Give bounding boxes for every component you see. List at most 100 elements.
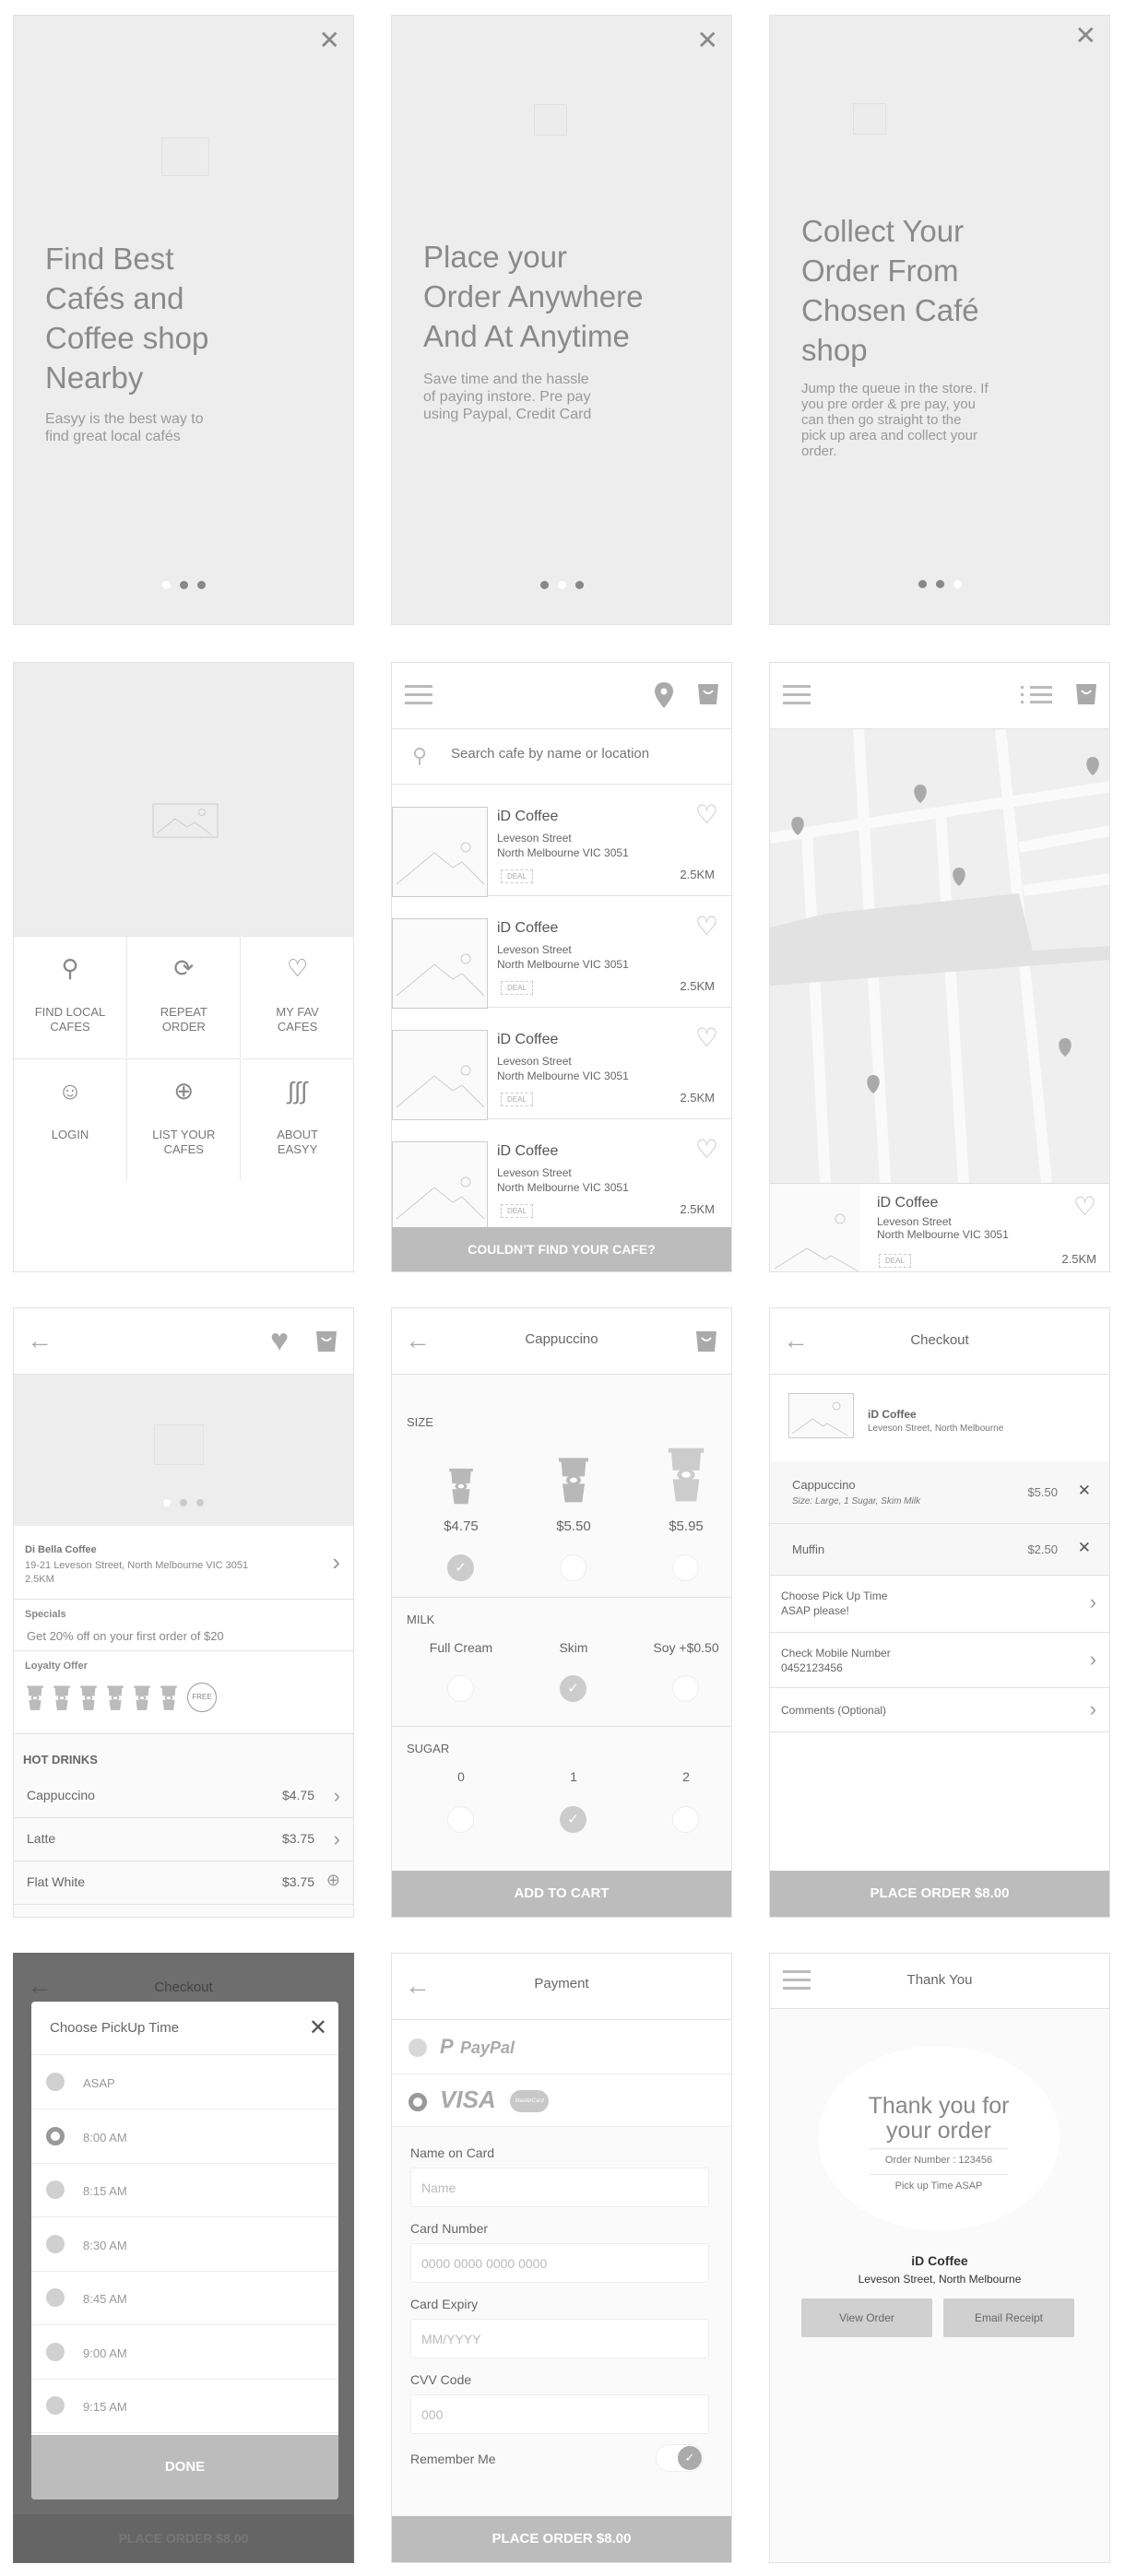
pickup-time-option[interactable]: 8:30 AM [31, 2218, 338, 2272]
radio-unselected[interactable] [46, 2288, 65, 2307]
close-icon[interactable]: ✕ [697, 25, 718, 55]
favorite-filled-heart-icon[interactable]: ♥ [270, 1323, 289, 1359]
add-to-cart-button[interactable]: ADD TO CART [392, 1871, 731, 1917]
map-area[interactable] [770, 729, 1110, 1183]
option-radio[interactable] [672, 1675, 699, 1702]
menu-item[interactable]: Latte $3.75 › [14, 1818, 353, 1861]
option-radio[interactable] [447, 1806, 474, 1833]
favorite-heart-icon[interactable]: ♡ [695, 911, 718, 941]
email-receipt-button[interactable]: Email Receipt [943, 2298, 1074, 2337]
close-icon[interactable]: ✕ [1075, 20, 1096, 51]
remove-item-icon[interactable]: ✕ [1078, 1482, 1091, 1500]
cart-bag-icon[interactable] [694, 1329, 718, 1353]
pickup-time-option[interactable]: 9:00 AM [31, 2326, 338, 2380]
option-radio[interactable]: ✓ [560, 1806, 586, 1833]
radio-unselected[interactable] [46, 2396, 65, 2415]
add-circle-icon[interactable]: ⊕ [326, 1871, 340, 1890]
pickup-time-option[interactable]: 8:15 AM [31, 2164, 338, 2217]
menu-icon[interactable] [783, 685, 811, 705]
cafe-list-item[interactable]: iD Coffee Leveson Street North Melbourne … [392, 785, 731, 897]
paypal-option[interactable]: P PayPal [392, 2020, 731, 2074]
favorite-heart-icon[interactable]: ♡ [695, 799, 718, 830]
favorite-heart-icon[interactable]: ♡ [695, 1134, 718, 1164]
page-dot[interactable] [557, 581, 566, 589]
menu-item[interactable]: Cappuccino $4.75 › [14, 1775, 353, 1818]
page-dot[interactable] [180, 1499, 187, 1507]
option-radio[interactable] [672, 1806, 699, 1833]
page-dot[interactable] [918, 580, 927, 588]
cafe-list-item[interactable]: iD Coffee Leveson Street North Melbourne … [392, 896, 731, 1009]
option-label: Soy +$0.50 [653, 1640, 719, 1655]
radio-unselected[interactable] [46, 2342, 65, 2361]
radio-selected[interactable] [46, 2126, 65, 2145]
page-dot[interactable] [196, 1499, 204, 1507]
radio-unselected[interactable] [409, 2038, 427, 2057]
close-icon[interactable]: ✕ [309, 2015, 327, 2041]
place-order-button[interactable]: PLACE ORDER $8.00 [392, 2516, 731, 2562]
remember-me-toggle[interactable]: ✓ [656, 2444, 704, 2472]
size-radio[interactable]: ✓ [447, 1554, 474, 1581]
page-dot[interactable] [574, 581, 584, 589]
menu-tile[interactable]: ♡ MY FAV CAFES [241, 936, 353, 1058]
radio-unselected[interactable] [46, 2073, 65, 2091]
search-input[interactable] [451, 746, 709, 762]
checkout-option-row[interactable]: Check Mobile Number 0452123456 › [770, 1633, 1109, 1688]
card-input-field[interactable]: 000 [410, 2394, 709, 2434]
page-dot[interactable] [163, 1499, 171, 1507]
size-radio[interactable] [672, 1554, 699, 1581]
menu-tile[interactable]: ☺ LOGIN [14, 1058, 127, 1180]
location-pin-icon[interactable] [654, 681, 674, 709]
view-order-button[interactable]: View Order [801, 2298, 932, 2337]
close-icon[interactable]: ✕ [319, 25, 340, 55]
chevron-right-icon[interactable]: › [334, 1827, 340, 1851]
cafe-list-item[interactable]: iD Coffee Leveson Street North Melbourne … [392, 1119, 731, 1232]
cafe-list-item[interactable]: iD Coffee Leveson Street North Melbourne … [392, 1008, 731, 1120]
chevron-right-icon: › [1089, 1697, 1096, 1720]
menu-tile[interactable]: ⟳ REPEAT ORDER [127, 936, 242, 1058]
chevron-right-icon[interactable]: › [334, 1784, 340, 1808]
radio-unselected[interactable] [46, 2180, 65, 2199]
menu-tile[interactable]: ⚲ FIND LOCAL CAFES [14, 936, 127, 1058]
page-dot[interactable] [953, 580, 962, 588]
page-dot[interactable] [196, 581, 206, 589]
page-dot[interactable] [179, 581, 188, 589]
cafe-photo-carousel[interactable] [14, 1375, 353, 1526]
option-radio[interactable]: ✓ [560, 1675, 586, 1702]
size-radio[interactable] [560, 1554, 586, 1581]
card-option[interactable]: VISA MasterCard [392, 2074, 731, 2127]
menu-icon[interactable] [405, 685, 432, 705]
list-view-icon[interactable] [1021, 686, 1052, 704]
checkout-option-row[interactable]: Comments (Optional) › [770, 1688, 1109, 1732]
done-button[interactable]: DONE [31, 2435, 338, 2499]
card-input-field[interactable]: MM/YYYY [410, 2319, 709, 2358]
pickup-time-option[interactable]: 8:00 AM [31, 2110, 338, 2164]
couldnt-find-cafe-button[interactable]: COULDN’T FIND YOUR CAFE? [392, 1227, 731, 1271]
selected-cafe-card[interactable]: iD Coffee Leveson Street North Melbourne … [770, 1183, 1109, 1271]
cart-bag-icon[interactable] [696, 681, 720, 705]
favorite-heart-icon[interactable]: ♡ [695, 1022, 718, 1053]
radio-selected[interactable] [409, 2093, 427, 2111]
page-dot[interactable] [539, 581, 549, 589]
page-dot[interactable] [161, 581, 171, 589]
option-radio[interactable] [447, 1675, 474, 1702]
pickup-time-option[interactable]: ASAP [31, 2056, 338, 2109]
remove-item-icon[interactable]: ✕ [1078, 1539, 1091, 1557]
place-order-button[interactable]: PLACE ORDER $8.00 [770, 1871, 1109, 1917]
menu-tile[interactable]: ⊕ LIST YOUR CAFES [127, 1058, 242, 1180]
favorite-heart-icon[interactable]: ♡ [1073, 1191, 1096, 1222]
cup-size-icon [446, 1463, 476, 1512]
card-input-field[interactable]: 0000 0000 0000 0000 [410, 2243, 709, 2283]
card-input-field[interactable]: Name [410, 2168, 709, 2207]
cafe-info-row[interactable]: Di Bella Coffee 19-21 Leveson Street, No… [14, 1526, 353, 1600]
cart-bag-icon[interactable] [1074, 681, 1098, 705]
checkout-option-row[interactable]: Choose Pick Up Time ASAP please! › [770, 1576, 1109, 1633]
cart-bag-icon[interactable] [314, 1329, 338, 1353]
back-arrow-icon[interactable]: ← [27, 1327, 54, 1354]
pickup-time-option[interactable]: 9:15 AM [31, 2380, 338, 2433]
menu-item[interactable]: Flat White $3.75 ⊕ [14, 1861, 353, 1905]
menu-tile[interactable]: ∫∫∫ ABOUT EASYY [241, 1058, 353, 1180]
pickup-time-option[interactable]: 8:45 AM [31, 2272, 338, 2325]
page-dot[interactable] [935, 580, 944, 588]
radio-unselected[interactable] [46, 2234, 65, 2253]
search-bar[interactable]: ⚲ [392, 729, 731, 785]
